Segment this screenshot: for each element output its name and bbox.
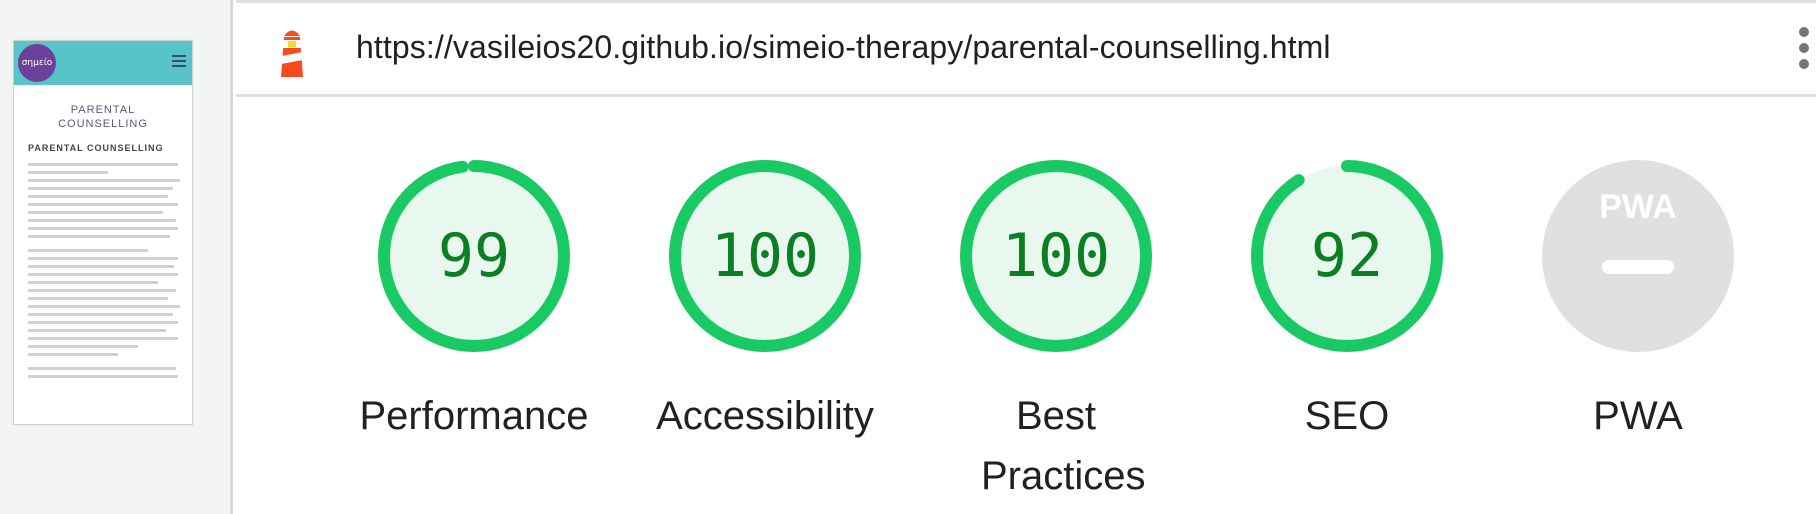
thumbnail-section-heading: PARENTAL COUNSELLING [28,143,164,153]
gauge-seo[interactable]: 92 [1247,156,1447,356]
gauge-score: 100 [710,221,820,291]
pwa-dash-icon [1602,260,1674,274]
audited-url[interactable]: https://vasileios20.github.io/simeio-the… [356,29,1331,66]
gauge-label: Best Practices [981,394,1146,498]
site-logo: σημείο [18,44,56,82]
more-options-icon[interactable] [1799,27,1811,79]
thumbnail-body-text [28,163,186,383]
thumbnail-title-line1: PARENTAL [70,104,136,116]
thumbnail-header: σημείο [14,41,192,85]
gauge-score: 92 [1310,221,1384,291]
gauge-label: SEO [1304,394,1390,438]
screenshot-pane: σημείο PARENTAL COUNSELLING PARENTAL COU… [0,0,233,514]
gauge-accessibility[interactable]: 100 [665,156,865,356]
thumbnail-page-title: PARENTAL COUNSELLING [14,103,192,131]
gauge-performance[interactable]: 99 [374,156,574,356]
pwa-icon-text: PWA [1599,188,1676,226]
lighthouse-icon [281,30,303,77]
gauge-best-practices[interactable]: 100 [956,156,1156,356]
page-screenshot-thumbnail[interactable]: σημείο PARENTAL COUNSELLING PARENTAL COU… [13,40,193,425]
thumbnail-title-line2: COUNSELLING [58,118,148,130]
gauge-label: PWA [1593,394,1683,438]
hamburger-menu-icon [172,55,186,67]
gauge-score: 99 [437,221,511,291]
gauge-pwa[interactable]: PWA [1538,156,1738,356]
gauge-score: 100 [1001,221,1111,291]
gauge-label: Performance [359,394,589,438]
report-header: https://vasileios20.github.io/simeio-the… [236,0,1816,97]
gauge-label: Accessibility [656,394,874,438]
gauge-ring: PWA [1542,160,1734,352]
